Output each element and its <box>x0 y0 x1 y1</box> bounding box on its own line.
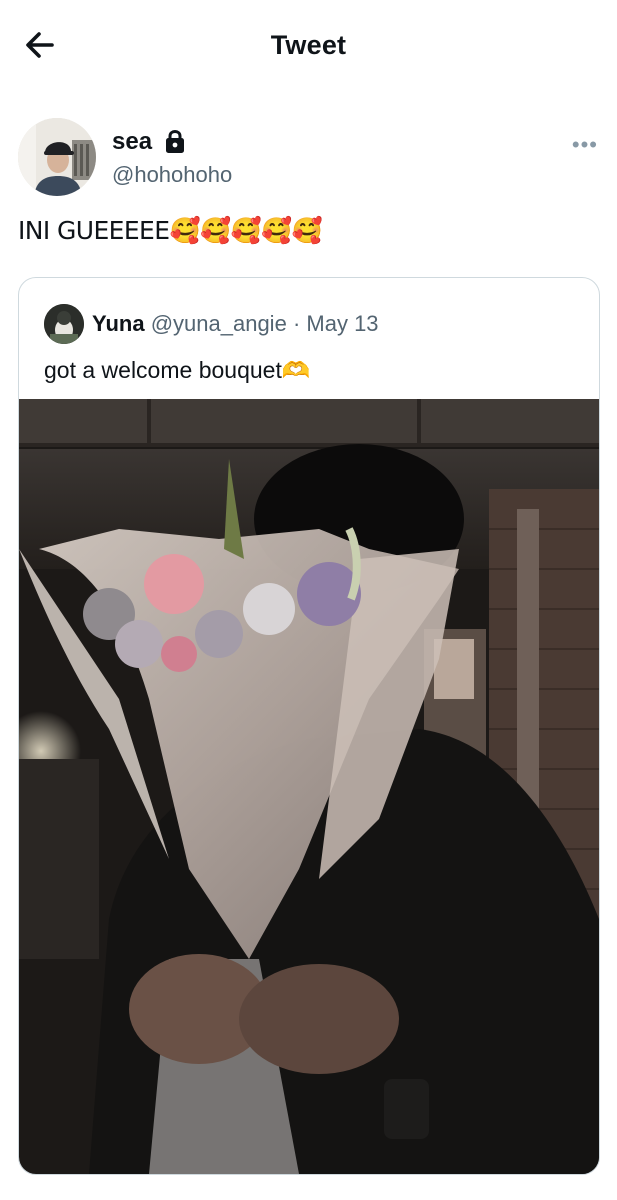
quoted-tweet-date: May 13 <box>306 311 379 336</box>
quoted-tweet-photo[interactable] <box>19 399 599 1174</box>
tweet-author: sea @hohohoho ••• <box>18 118 598 198</box>
more-button[interactable]: ••• <box>570 132 598 157</box>
tweet-text: INI GUEEEEE🥰🥰🥰🥰🥰 <box>18 216 323 245</box>
more-horizontal-icon: ••• <box>571 132 598 157</box>
top-bar: Tweet <box>0 0 617 90</box>
quoted-tweet-header: Yuna @yuna_angie · May 13 <box>92 311 379 337</box>
quoted-author-handle: @yuna_angie <box>150 311 287 336</box>
separator-dot: · <box>292 311 301 336</box>
quoted-author-name: Yuna <box>92 311 145 336</box>
author-handle[interactable]: @hohohoho <box>112 162 232 188</box>
author-name[interactable]: sea <box>112 128 152 156</box>
quoted-tweet[interactable]: Yuna @yuna_angie · May 13 got a welcome … <box>18 277 600 1175</box>
quoted-author-avatar[interactable] <box>44 304 84 344</box>
lock-icon <box>166 130 184 153</box>
page-title: Tweet <box>270 30 347 60</box>
quoted-tweet-text: got a welcome bouquet🫶 <box>44 357 311 383</box>
avatar[interactable] <box>18 118 96 196</box>
